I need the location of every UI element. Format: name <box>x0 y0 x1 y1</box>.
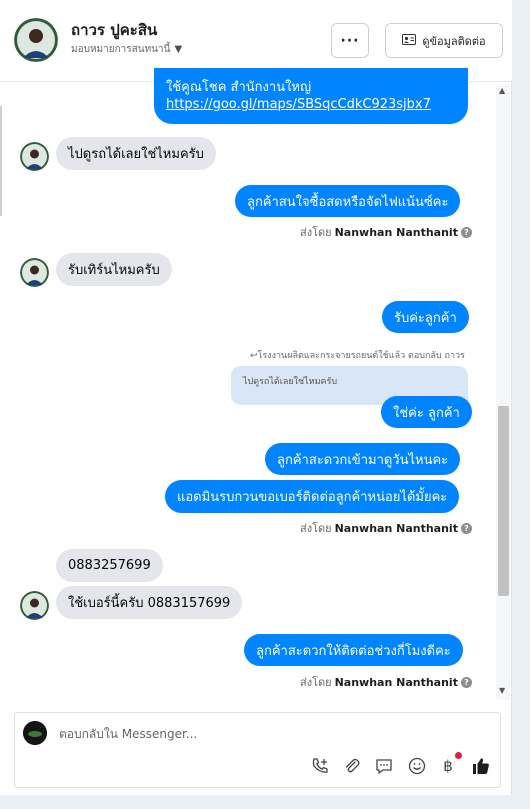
message-outgoing: รับค่ะลูกค้า <box>382 301 469 333</box>
sent-by-name: Nanwhan Nanthanit <box>334 521 458 535</box>
sender-avatar <box>20 142 49 171</box>
more-options-button[interactable]: ··· <box>331 23 369 58</box>
message-incoming: ไปดูรถได้เลยใช่ไหมครับ <box>56 137 216 170</box>
view-contact-button[interactable]: ดูข้อมูลติดต่อ <box>385 23 503 58</box>
sender-avatar <box>20 591 49 620</box>
sent-by-label: ส่งโดย Nanwhan Nanthanit ? <box>300 223 472 241</box>
saved-reply-icon[interactable] <box>373 755 395 777</box>
reply-input[interactable] <box>59 727 479 741</box>
sent-by-prefix: ส่งโดย <box>300 226 332 239</box>
message-incoming: 0883257699 <box>56 549 163 582</box>
info-icon[interactable]: ? <box>460 226 472 238</box>
emoji-icon[interactable] <box>406 755 428 777</box>
contact-name: ถาวร ปูคะสิน <box>71 21 158 39</box>
sent-by-label: ส่งโดย Nanwhan Nanthanit ? <box>300 519 472 537</box>
panel-edge <box>0 106 2 216</box>
message-incoming: รับเทิร์นไหมครับ <box>56 253 172 286</box>
assign-label: มอบหมายการสนทนานี้ <box>71 44 171 55</box>
scroll-up-arrow[interactable]: ▲ <box>499 86 505 95</box>
conversation-panel: ถาวร ปูคะสิน มอบหมายการสนทนานี้ ▼ ··· ดู… <box>0 0 512 795</box>
maps-link[interactable]: https://goo.gl/maps/SBSqcCdkC923sjbx7 <box>166 96 431 114</box>
message-outgoing: ใช่ค่ะ ลูกค้า <box>381 396 472 428</box>
like-icon[interactable] <box>470 755 492 777</box>
contact-card-icon <box>402 33 417 48</box>
reply-arrow-icon: ↩ <box>250 351 258 361</box>
reply-context-text: โรงงานผลิตและกระจายรถยนต์ใช้แล้ว ตอบกลับ… <box>257 351 465 361</box>
message-outgoing: แอดมินรบกวนขอเบอร์ติดต่อลูกค้าหน่อยได้มั… <box>165 480 460 513</box>
view-contact-label: ดูข้อมูลติดต่อ <box>422 34 486 48</box>
message-outgoing: ลูกค้าสะดวกให้ติดต่อช่วงกี่โมงดีคะ <box>244 634 463 666</box>
attachment-icon[interactable] <box>341 755 363 777</box>
scroll-down-arrow[interactable]: ▼ <box>499 686 505 695</box>
reply-context: ↩โรงงานผลิตและกระจายรถยนต์ใช้แล้ว ตอบกลั… <box>250 348 465 362</box>
sent-by-label: ส่งโดย Nanwhan Nanthanit ? <box>300 673 472 691</box>
info-icon[interactable]: ? <box>460 676 472 688</box>
message-incoming: ใช้เบอร์นี้ครับ 0883157699 <box>56 586 243 619</box>
dropdown-caret-icon: ▼ <box>174 44 183 55</box>
info-icon[interactable]: ? <box>460 522 472 534</box>
reply-composer: ฿ <box>14 712 501 788</box>
notification-dot <box>455 752 462 759</box>
scrollbar-thumb[interactable] <box>498 406 509 596</box>
scrollbar-track[interactable] <box>496 84 510 700</box>
message-outgoing: ใช้คูณโชค สำนักงานใหญ่ https://goo.gl/ma… <box>154 68 468 124</box>
message-text: ใช้คูณโชค สำนักงานใหญ่ <box>166 80 312 95</box>
message-outgoing: ลูกค้าสนใจซื้อสดหรือจัดไฟแน้นซ์คะ <box>235 185 461 217</box>
add-call-icon[interactable] <box>309 755 331 777</box>
sent-by-name: Nanwhan Nanthanit <box>334 675 458 689</box>
sent-by-prefix: ส่งโดย <box>300 676 332 689</box>
message-outgoing: ลูกค้าสะดวกเข้ามาดูวันไหนคะ <box>265 443 461 475</box>
assign-conversation-dropdown[interactable]: มอบหมายการสนทนานี้ ▼ <box>71 42 182 57</box>
contact-avatar[interactable] <box>14 18 58 62</box>
sender-avatar <box>20 258 49 287</box>
sent-by-prefix: ส่งโดย <box>300 522 332 535</box>
sent-by-name: Nanwhan Nanthanit <box>334 225 458 239</box>
page-avatar <box>23 721 47 745</box>
